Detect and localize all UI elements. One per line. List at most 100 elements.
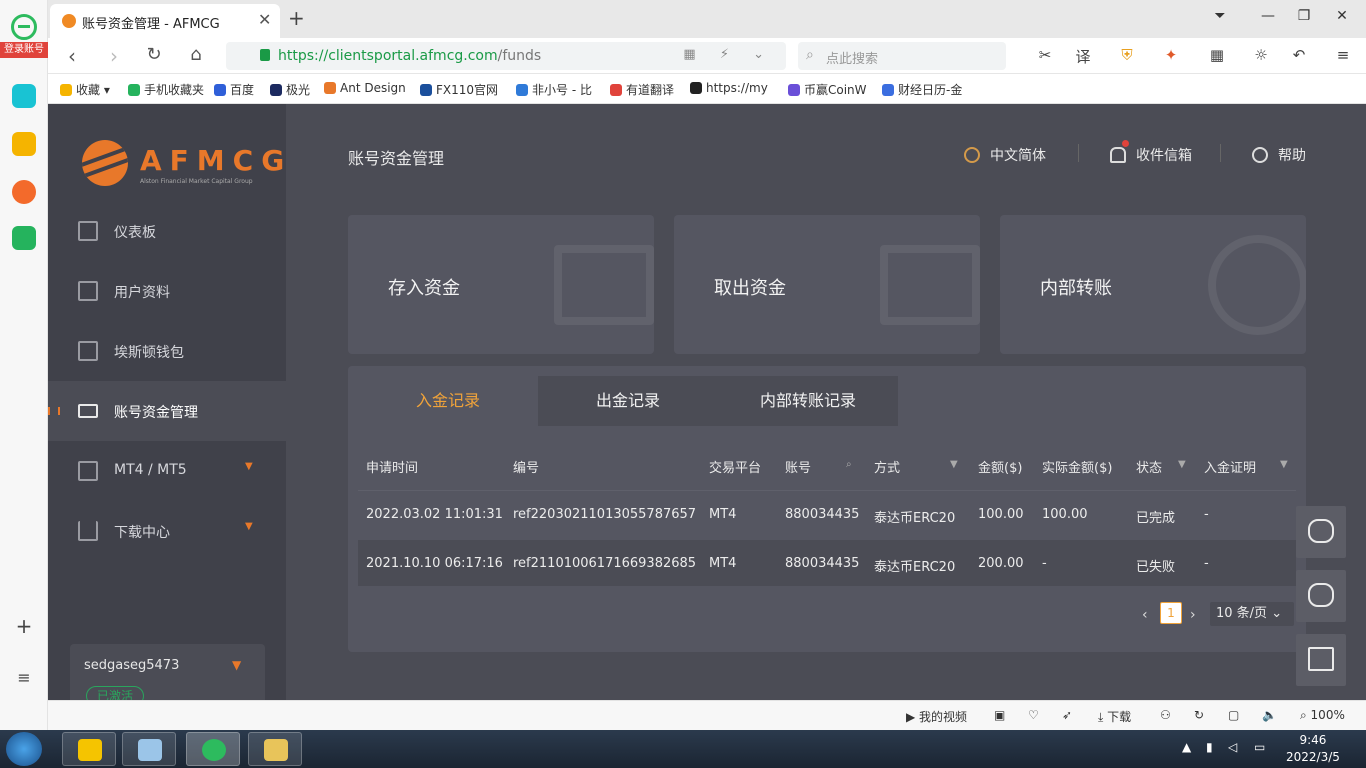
menu-item-downloads[interactable]: 下载中心 ▼ xyxy=(48,501,286,561)
browser-logo-icon[interactable] xyxy=(11,14,37,40)
envelope-icon xyxy=(1308,647,1334,671)
bookmark-item[interactable]: 财经日历-金 xyxy=(882,81,962,98)
zoom-level[interactable]: ⌕ 100% xyxy=(1300,708,1345,723)
credit-card-icon xyxy=(78,404,98,418)
shield-icon[interactable]: ⛨ xyxy=(1116,46,1138,64)
qq-chat-button[interactable] xyxy=(1296,506,1346,558)
download-link[interactable]: ⤓ 下载 xyxy=(1098,708,1131,725)
explorer-app-button[interactable] xyxy=(248,732,302,766)
my-video-link[interactable]: ▶ 我的视频 xyxy=(906,708,967,725)
back-icon[interactable]: ‹ xyxy=(60,44,84,68)
email-button[interactable] xyxy=(1296,634,1346,686)
dashboard-icon xyxy=(78,221,98,241)
tab-deposit-records[interactable]: 入金记录 xyxy=(358,376,538,426)
star-icon xyxy=(60,84,72,96)
column-header: 状态 xyxy=(1136,461,1163,476)
bookmark-item[interactable]: 有道翻译 xyxy=(610,81,674,98)
column-header: 申请时间 xyxy=(366,461,419,476)
language-selector[interactable]: 中文简体 xyxy=(964,145,1046,165)
bookmark-item[interactable]: Ant Design xyxy=(324,81,406,95)
game-icon[interactable]: ✦ xyxy=(1160,46,1182,64)
menu-item-dashboard[interactable]: 仪表板 xyxy=(48,201,286,261)
help-link[interactable]: 帮助 xyxy=(1252,145,1306,165)
menu-item-funds[interactable]: 账号资金管理 xyxy=(48,381,286,441)
apps-icon[interactable]: ▦ xyxy=(1206,46,1228,64)
bookmark-item[interactable]: 非小号 - 比 xyxy=(516,81,592,98)
bookmark-item[interactable]: FX110官网 xyxy=(420,81,498,98)
favorites-star-icon[interactable] xyxy=(12,132,36,156)
browser-app-button[interactable] xyxy=(186,732,240,766)
tab-transfer-records[interactable]: 内部转账记录 xyxy=(718,376,898,426)
filter-icon[interactable]: ▼ xyxy=(950,459,958,470)
caret-down-icon[interactable]: ▼ xyxy=(232,658,241,672)
menu-icon[interactable]: ≡ xyxy=(1332,46,1354,64)
tab-withdraw-records[interactable]: 出金记录 xyxy=(538,376,718,426)
search-icon[interactable]: ⌕ xyxy=(846,459,852,470)
refresh-icon[interactable]: ↻ xyxy=(1194,708,1204,722)
heart-icon[interactable]: ♡ xyxy=(1028,708,1039,722)
tab-close-icon[interactable]: ✕ xyxy=(258,10,271,29)
notes-app-button[interactable] xyxy=(122,732,176,766)
menu-item-mt4-mt5[interactable]: MT4 / MT5 ▼ xyxy=(48,441,286,501)
restore-icon[interactable]: ❐ xyxy=(1294,8,1314,24)
rocket-icon[interactable]: ➶ xyxy=(1062,708,1072,722)
window-icon[interactable]: ▢ xyxy=(1228,708,1239,722)
globe-icon xyxy=(964,147,980,163)
filter-icon[interactable]: ▼ xyxy=(1280,459,1288,470)
inbox-link[interactable]: 收件信箱 xyxy=(1110,145,1192,165)
deposit-card[interactable]: 存入资金 xyxy=(348,215,654,354)
menu-item-wallet[interactable]: 埃斯顿钱包 xyxy=(48,321,286,381)
add-icon[interactable]: + xyxy=(12,614,36,638)
tray-notification-icon[interactable]: ▭ xyxy=(1254,740,1265,754)
search-input[interactable]: ⌕ 点此搜索 xyxy=(798,42,1006,70)
list-icon[interactable]: ≡ xyxy=(12,666,36,690)
bookmark-item[interactable]: 极光 xyxy=(270,81,310,98)
skin-icon[interactable]: ⏷ xyxy=(1210,8,1230,24)
withdraw-card[interactable]: 取出资金 xyxy=(674,215,980,354)
transfer-card[interactable]: 内部转账 xyxy=(1000,215,1306,354)
bookmark-favorites[interactable]: 收藏 ▾ xyxy=(60,81,110,98)
undo-icon[interactable]: ↶ xyxy=(1288,46,1310,64)
wechat-button[interactable] xyxy=(1296,570,1346,622)
health-icon[interactable] xyxy=(12,84,36,108)
cut-icon[interactable]: ✂ xyxy=(1034,46,1056,64)
weibo-icon[interactable] xyxy=(12,180,36,204)
tray-volume-icon[interactable]: ◁ xyxy=(1228,740,1237,754)
user-card[interactable]: sedgaseg5473 ▼ 已激活 xyxy=(70,644,265,700)
filter-icon[interactable]: ▼ xyxy=(1178,459,1186,470)
start-button[interactable] xyxy=(6,732,42,766)
minimize-icon[interactable]: — xyxy=(1258,8,1278,24)
next-page-icon[interactable]: › xyxy=(1190,607,1196,623)
bookmark-item[interactable]: 百度 xyxy=(214,81,254,98)
page-size-select[interactable]: 10 条/页 ⌄ xyxy=(1210,602,1294,626)
reload-icon[interactable]: ↻ xyxy=(142,44,166,65)
tray-device-icon[interactable]: ▮ xyxy=(1206,740,1213,754)
url-text[interactable]: https://clientsportal.afmcg.com/funds xyxy=(278,48,541,64)
tray-expand-icon[interactable]: ▲ xyxy=(1182,740,1191,754)
address-bar[interactable]: https://clientsportal.afmcg.com/funds ▦ … xyxy=(226,42,786,70)
bookmark-item[interactable]: 币赢CoinW xyxy=(788,81,867,98)
page-current[interactable]: 1 xyxy=(1160,602,1182,624)
table-row[interactable]: 2022.03.02 11:01:31 ref22030211013055787… xyxy=(358,491,1296,537)
volume-icon[interactable]: 🔈 xyxy=(1262,708,1277,722)
system-clock[interactable]: 9:46 2022/3/5 xyxy=(1286,732,1340,766)
home-icon[interactable]: ⌂ xyxy=(184,44,208,65)
bookmark-item[interactable]: https://my xyxy=(690,81,768,95)
close-window-icon[interactable]: ✕ xyxy=(1332,8,1352,24)
image-icon[interactable]: ▣ xyxy=(994,708,1005,722)
bookmark-item[interactable]: 手机收藏夹 xyxy=(128,81,204,98)
player-app-button[interactable] xyxy=(62,732,116,766)
login-account-button[interactable]: 登录账号 xyxy=(0,42,48,58)
app-sidebar: AFMCG Alston Financial Market Capital Gr… xyxy=(48,104,286,700)
table-row[interactable]: 2021.10.10 06:17:16 ref21101006171669382… xyxy=(358,540,1296,586)
address-actions-icon[interactable]: ▦ ⚡ ⌄ xyxy=(683,47,774,62)
new-tab-icon[interactable]: + xyxy=(288,6,305,30)
mail-icon[interactable] xyxy=(12,226,36,250)
menu-item-profile[interactable]: 用户资料 xyxy=(48,261,286,321)
tab-afmcg[interactable]: 账号资金管理 - AFMCG ✕ xyxy=(50,4,280,38)
forward-icon[interactable]: › xyxy=(102,44,126,68)
brightness-icon[interactable]: ☼ xyxy=(1250,46,1272,64)
extension-icon[interactable]: ⚇ xyxy=(1160,708,1171,722)
translate-icon[interactable]: 译 xyxy=(1072,46,1094,67)
prev-page-icon[interactable]: ‹ xyxy=(1142,607,1148,623)
